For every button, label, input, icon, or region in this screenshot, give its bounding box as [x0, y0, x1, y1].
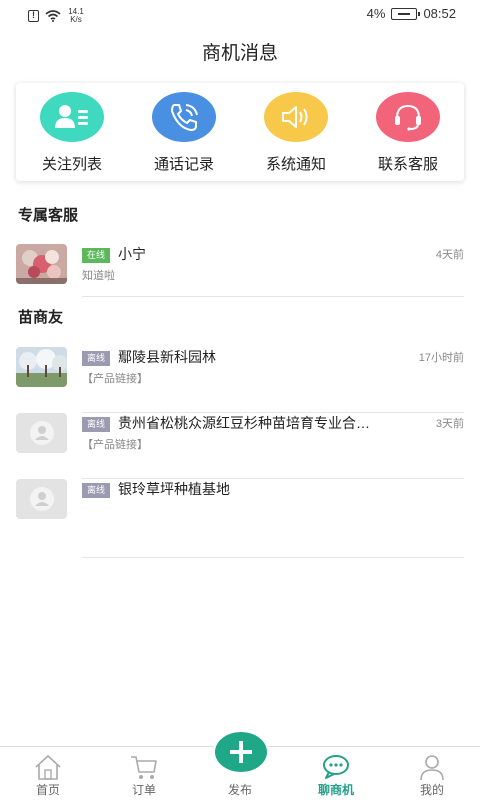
chat-time: 17小时前 [418, 352, 464, 364]
clock: 08:52 [423, 6, 456, 21]
status-badge: 离线 [82, 417, 111, 432]
follow-list-label: 关注列表 [41, 156, 102, 173]
status-badge: 离线 [82, 483, 111, 498]
follow-list-icon [40, 92, 104, 142]
chat-row-service-xiaoning[interactable]: 在线 小宁 4天前 知道啦 [16, 244, 464, 297]
battery-percent: 4% [366, 6, 386, 21]
tab-chat-label: 聊商机 [317, 783, 354, 797]
publish-button[interactable] [215, 732, 267, 772]
chat-name: 贵州省松桃众源红豆杉种苗培育专业合… [118, 415, 370, 431]
default-avatar-icon [29, 487, 54, 511]
system-notice-label: 系统通知 [265, 156, 326, 173]
tab-publish-label: 发布 [227, 783, 252, 797]
contact-support-button[interactable]: 联系客服 [352, 83, 464, 181]
chat-time: 4天前 [435, 249, 464, 261]
divider [82, 557, 464, 558]
follow-list-button[interactable]: 关注列表 [16, 83, 128, 181]
phone-icon [152, 92, 216, 142]
quick-actions-card: 关注列表 通话记录 系统通知 联系客服 [16, 83, 464, 181]
chat-row-friend-3[interactable]: 离线 银玲草坪种植基地 [16, 479, 464, 558]
divider [82, 296, 464, 297]
plus-icon [230, 741, 252, 763]
chat-row-friend-1[interactable]: 离线 鄢陵县新科园林 17小时前 【产品链接】 [16, 347, 464, 413]
chat-row-friend-2[interactable]: 离线 贵州省松桃众源红豆杉种苗培育专业合… 3天前 【产品链接】 [16, 413, 464, 479]
chat-preview: 【产品链接】 [82, 373, 148, 385]
cart-icon [131, 756, 157, 779]
avatar [16, 479, 67, 519]
headset-icon [376, 92, 440, 142]
tab-orders-label: 订单 [131, 783, 156, 797]
section-title-seedling-friends: 苗商友 [18, 309, 64, 326]
status-bar: ! 14.1 K/s 4% 08:52 [0, 0, 480, 30]
chat-time: 3天前 [435, 418, 464, 430]
chat-preview: 【产品链接】 [82, 439, 148, 451]
contact-support-label: 联系客服 [377, 156, 438, 173]
tab-orders[interactable]: 订单 [96, 747, 192, 800]
tab-home-label: 首页 [35, 783, 60, 797]
call-records-label: 通话记录 [153, 156, 214, 173]
avatar [16, 347, 67, 387]
alert-icon: ! [28, 10, 39, 22]
battery-icon [391, 7, 421, 20]
chat-preview: 知道啦 [82, 270, 115, 282]
network-speed: 14.1 K/s [68, 7, 84, 24]
page-title: 商机消息 [201, 43, 278, 64]
tab-chat[interactable]: 聊商机 [288, 747, 384, 800]
wifi-icon [45, 10, 61, 22]
status-badge: 离线 [82, 351, 111, 366]
status-badge: 在线 [82, 248, 111, 263]
chat-name: 银玲草坪种植基地 [118, 481, 230, 497]
home-icon [35, 754, 61, 780]
tab-mine-label: 我的 [419, 783, 444, 797]
default-avatar-icon [29, 421, 54, 445]
speaker-icon [264, 92, 328, 142]
chat-name: 鄢陵县新科园林 [118, 349, 216, 365]
chat-icon [323, 755, 349, 779]
section-title-exclusive-service: 专属客服 [18, 207, 79, 224]
user-icon [420, 755, 444, 781]
chat-name: 小宁 [118, 246, 146, 262]
call-records-button[interactable]: 通话记录 [128, 83, 240, 181]
tab-mine[interactable]: 我的 [384, 747, 480, 800]
tab-home[interactable]: 首页 [0, 747, 96, 800]
avatar [16, 244, 67, 284]
avatar [16, 413, 67, 453]
system-notice-button[interactable]: 系统通知 [240, 83, 352, 181]
